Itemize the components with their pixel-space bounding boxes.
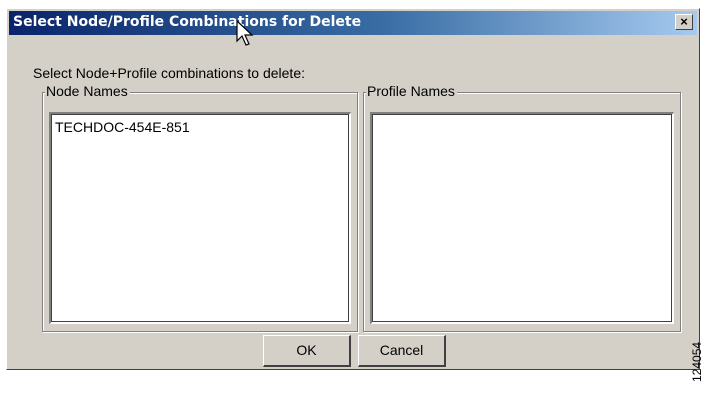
figure-code: 124054 — [690, 341, 704, 382]
profile-names-group: Profile Names — [363, 83, 681, 332]
close-button[interactable]: × — [675, 14, 693, 30]
dialog-window: Select Node/Profile Combinations for Del… — [6, 8, 700, 370]
title-bar[interactable]: Select Node/Profile Combinations for Del… — [9, 11, 697, 35]
node-names-group: Node Names TECHDOC-454E-851 — [42, 83, 358, 332]
cancel-button[interactable]: Cancel — [358, 335, 446, 367]
close-icon: × — [680, 14, 688, 29]
ok-button[interactable]: OK — [263, 335, 351, 367]
profile-names-legend: Profile Names — [366, 83, 457, 99]
mouse-cursor-icon — [236, 20, 254, 46]
profile-names-list[interactable] — [370, 112, 674, 324]
dialog-title: Select Node/Profile Combinations for Del… — [13, 14, 362, 30]
node-names-list[interactable]: TECHDOC-454E-851 — [49, 112, 351, 324]
list-item[interactable]: TECHDOC-454E-851 — [55, 119, 190, 135]
node-names-legend: Node Names — [45, 83, 130, 99]
instruction-label: Select Node+Profile combinations to dele… — [33, 65, 305, 81]
